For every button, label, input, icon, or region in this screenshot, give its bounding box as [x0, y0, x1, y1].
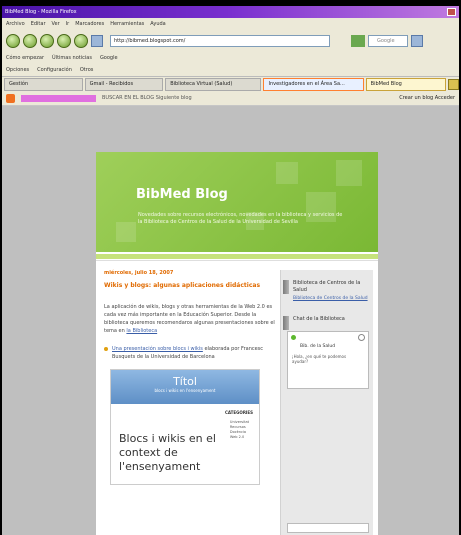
navigation-toolbar: http://bibmed.blogspot.com/ Google — [2, 30, 459, 52]
chat-input[interactable] — [287, 523, 369, 533]
sidebar-section-biblioteca: Biblioteca de Centros de la Salud Biblio… — [281, 280, 373, 302]
page-viewport: BibMed Blog Novedades sobre recursos ele… — [2, 106, 459, 535]
toolbar-link[interactable]: Opciones — [6, 67, 29, 73]
bookmark-icon[interactable] — [91, 35, 103, 47]
sidebar-heading: Biblioteca de Centros de la Salud — [293, 280, 361, 293]
go-button[interactable] — [351, 35, 365, 47]
menu-ir[interactable]: Ir — [66, 21, 70, 27]
chat-message: ¡Hola, ¿en qué te podemos ayudar? — [292, 354, 347, 364]
tab-gestion[interactable]: Gestión — [4, 77, 83, 91]
stop-icon[interactable] — [57, 34, 71, 48]
menu-archivo[interactable]: Archivo — [6, 21, 25, 27]
header-divider — [96, 254, 378, 259]
chat-icon — [283, 316, 289, 330]
online-status-icon — [291, 335, 296, 340]
url-input[interactable]: http://bibmed.blogspot.com/ — [110, 35, 330, 47]
toolbar-link[interactable]: Otros — [80, 67, 94, 73]
sidebar-heading: Chat de la Biblioteca — [293, 316, 345, 322]
header-divider-thin — [96, 260, 378, 261]
presentation-thumbnail[interactable]: Títol blocs i wikis en l'ensenyament CAT… — [110, 369, 260, 485]
blog-description: Novedades sobre recursos electrónicos, n… — [138, 212, 343, 225]
tab-bibmed-blog[interactable]: BibMed Blog — [365, 77, 447, 91]
chat-widget[interactable]: Bib. de la Salud ¡Hola, ¿en qué te podem… — [287, 331, 369, 389]
sidebar-link[interactable]: Biblioteca de Centros de la Salud — [293, 296, 373, 302]
menu-editar[interactable]: Editar — [31, 21, 46, 27]
post-title[interactable]: Wikis y blogs: algunas aplicaciones didá… — [104, 282, 276, 289]
menu-ver[interactable]: Ver — [52, 21, 60, 27]
window-title: BibMed Blog - Mozilla Firefox — [5, 9, 77, 15]
bookmark-link[interactable]: Cómo empezar — [6, 55, 44, 61]
blog-title[interactable]: BibMed Blog — [136, 187, 228, 202]
next-blog-link[interactable]: Siguiente blog — [156, 95, 192, 101]
presentation-link[interactable]: Una presentación sobre blocs i wikis — [112, 346, 203, 352]
tab-gmail[interactable]: Gmail - Recibidos — [84, 77, 164, 91]
tab-strip: Gestión Gmail - Recibidos Biblioteca Vir… — [2, 76, 459, 91]
post-body-link[interactable]: la Biblioteca — [126, 328, 157, 334]
thumb-categories: CATEGORIES — [224, 410, 253, 415]
new-tab-icon[interactable] — [448, 78, 459, 90]
blogger-navbar: BUSCAR EN EL BLOG Siguiente blog Crear u… — [2, 91, 459, 106]
chat-close-icon[interactable] — [358, 334, 365, 341]
menu-marcadores[interactable]: Marcadores — [75, 21, 104, 27]
home-icon[interactable] — [74, 34, 88, 48]
close-window-button[interactable] — [447, 8, 456, 16]
back-icon[interactable] — [6, 34, 20, 48]
bookmarks-toolbar: Cómo empezar Últimas noticias Google — [2, 52, 459, 64]
library-icon — [283, 280, 289, 294]
tab-biblioteca-virtual[interactable]: Biblioteca Virtual (Salud) — [165, 77, 262, 91]
toolbar-link[interactable]: Configuración — [37, 67, 72, 73]
thumb-subtitle: blocs i wikis en l'ensenyament — [154, 388, 216, 393]
post-body: La aplicación de wikis, blogs y otras he… — [104, 303, 276, 335]
search-input[interactable]: Google — [368, 35, 408, 47]
reload-icon[interactable] — [40, 34, 54, 48]
browser-window: BibMed Blog - Mozilla Firefox Archivo Ed… — [2, 6, 459, 535]
search-icon[interactable] — [411, 35, 423, 47]
post-bullet: Una presentación sobre blocs i wikis ela… — [104, 345, 276, 361]
menu-herramientas[interactable]: Herramientas — [110, 21, 144, 27]
chat-title: Bib. de la Salud — [300, 344, 336, 349]
blog-header: BibMed Blog Novedades sobre recursos ele… — [96, 152, 378, 252]
title-bar: BibMed Blog - Mozilla Firefox — [2, 6, 459, 18]
main-column: miércoles, julio 18, 2007 Wikis y blogs:… — [104, 270, 276, 485]
blogger-icon[interactable] — [6, 93, 15, 103]
blog-page: BibMed Blog Novedades sobre recursos ele… — [96, 152, 378, 535]
thumb-title: Títol — [173, 375, 197, 388]
post-date: miércoles, julio 18, 2007 — [104, 270, 174, 276]
forward-icon[interactable] — [23, 34, 37, 48]
blogger-right-links[interactable]: Crear un blog Acceder — [399, 95, 455, 101]
thumb-heading: Blocs i wikis en el context de l'ensenya… — [119, 432, 216, 473]
menu-ayuda[interactable]: Ayuda — [150, 21, 165, 27]
bookmark-link[interactable]: Google — [100, 55, 118, 61]
bookmark-link[interactable]: Últimas noticias — [52, 55, 92, 61]
menu-bar: Archivo Editar Ver Ir Marcadores Herrami… — [2, 18, 459, 30]
secondary-toolbar: Opciones Configuración Otros — [2, 64, 459, 76]
tab-investigadores[interactable]: Investigadores en el Área Sa... — [263, 77, 364, 91]
blog-search-button[interactable]: BUSCAR EN EL BLOG — [102, 95, 154, 101]
sidebar-section-chat: Chat de la Biblioteca — [281, 316, 373, 330]
blog-search-input[interactable] — [21, 94, 96, 102]
sidebar: Biblioteca de Centros de la Salud Biblio… — [280, 270, 373, 535]
